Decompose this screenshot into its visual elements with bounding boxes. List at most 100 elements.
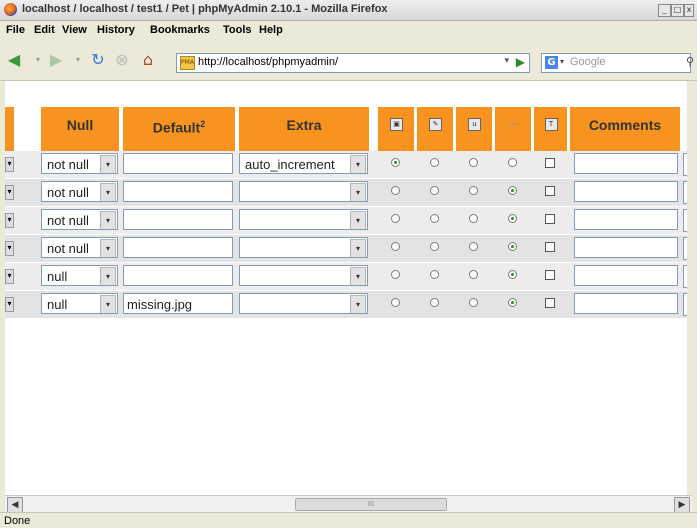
- null-select[interactable]: not null ▾: [41, 181, 118, 202]
- fulltext-checkbox[interactable]: [545, 214, 555, 224]
- none-radio[interactable]: [508, 186, 517, 195]
- next-column-input[interactable]: [683, 237, 687, 260]
- chevron-down-icon[interactable]: ▾: [350, 155, 366, 173]
- minimize-button[interactable]: _: [658, 4, 671, 17]
- unique-radio[interactable]: [469, 214, 478, 223]
- scroll-left-icon[interactable]: ◀: [7, 497, 23, 513]
- comments-input[interactable]: [574, 181, 678, 202]
- primary-radio[interactable]: [391, 270, 400, 279]
- primary-radio[interactable]: [391, 186, 400, 195]
- extra-select[interactable]: ▾: [239, 265, 368, 286]
- fulltext-checkbox[interactable]: [545, 242, 555, 252]
- chevron-down-icon[interactable]: ▾: [350, 295, 366, 313]
- null-select[interactable]: null ▾: [41, 265, 118, 286]
- chevron-down-icon[interactable]: ▾: [350, 183, 366, 201]
- home-icon[interactable]: ⌂: [138, 50, 158, 70]
- menu-file[interactable]: File: [6, 24, 25, 36]
- chevron-down-icon[interactable]: ▾: [350, 211, 366, 229]
- extra-select[interactable]: auto_increment ▾: [239, 153, 368, 174]
- menu-edit[interactable]: Edit: [34, 24, 55, 36]
- type-dropdown-edge[interactable]: ▾: [5, 297, 14, 312]
- index-radio[interactable]: [430, 186, 439, 195]
- extra-select[interactable]: ▾: [239, 209, 368, 230]
- type-dropdown-edge[interactable]: ▾: [5, 241, 14, 256]
- fulltext-checkbox[interactable]: [545, 186, 555, 196]
- extra-select[interactable]: ▾: [239, 181, 368, 202]
- scroll-right-icon[interactable]: ▶: [674, 497, 690, 513]
- none-radio[interactable]: [508, 158, 517, 167]
- next-column-input[interactable]: [683, 181, 687, 204]
- search-input[interactable]: Google: [570, 56, 605, 68]
- url-text[interactable]: http://localhost/phpmyadmin/: [198, 56, 338, 68]
- chevron-down-icon[interactable]: ▾: [100, 295, 116, 313]
- chevron-down-icon[interactable]: ▾: [350, 267, 366, 285]
- default-input[interactable]: [123, 153, 233, 174]
- menu-view[interactable]: View: [62, 24, 87, 36]
- reload-icon[interactable]: ↻: [88, 50, 108, 70]
- unique-radio[interactable]: [469, 242, 478, 251]
- google-engine-icon[interactable]: G: [545, 56, 558, 69]
- default-input[interactable]: [123, 181, 233, 202]
- chevron-down-icon[interactable]: ▾: [100, 155, 116, 173]
- url-history-dropdown-icon[interactable]: ▾: [504, 56, 509, 66]
- none-radio[interactable]: [508, 242, 517, 251]
- chevron-down-icon[interactable]: ▾: [350, 239, 366, 257]
- comments-input[interactable]: [574, 265, 678, 286]
- null-select[interactable]: not null ▾: [41, 209, 118, 230]
- menu-history[interactable]: History: [97, 24, 135, 36]
- forward-dropdown-icon[interactable]: ▾: [68, 50, 88, 70]
- extra-select[interactable]: ▾: [239, 237, 368, 258]
- chevron-down-icon[interactable]: ▾: [100, 239, 116, 257]
- none-radio[interactable]: [508, 298, 517, 307]
- unique-radio[interactable]: [469, 186, 478, 195]
- engine-dropdown-icon[interactable]: ▾: [560, 57, 564, 66]
- chevron-down-icon[interactable]: ▾: [100, 183, 116, 201]
- next-column-input[interactable]: [683, 293, 687, 316]
- primary-radio[interactable]: [391, 158, 400, 167]
- horizontal-scrollbar[interactable]: ◀ III ▶: [5, 495, 692, 513]
- index-radio[interactable]: [430, 298, 439, 307]
- none-radio[interactable]: [508, 214, 517, 223]
- unique-radio[interactable]: [469, 298, 478, 307]
- comments-input[interactable]: [574, 209, 678, 230]
- comments-input[interactable]: [574, 293, 678, 314]
- fulltext-checkbox[interactable]: [545, 298, 555, 308]
- extra-select[interactable]: ▾: [239, 293, 368, 314]
- back-dropdown-icon[interactable]: ▾: [28, 50, 48, 70]
- type-dropdown-edge[interactable]: ▾: [5, 269, 14, 284]
- type-dropdown-edge[interactable]: ▾: [5, 185, 14, 200]
- index-radio[interactable]: [430, 158, 439, 167]
- go-icon[interactable]: ▶: [516, 55, 525, 69]
- menu-tools[interactable]: Tools: [223, 24, 252, 36]
- close-button[interactable]: x: [684, 4, 694, 17]
- type-dropdown-edge[interactable]: ▾: [5, 213, 14, 228]
- search-icon[interactable]: ⚲: [686, 55, 694, 68]
- back-icon[interactable]: ◀: [4, 50, 24, 70]
- comments-input[interactable]: [574, 153, 678, 174]
- unique-radio[interactable]: [469, 270, 478, 279]
- index-radio[interactable]: [430, 270, 439, 279]
- fulltext-checkbox[interactable]: [545, 158, 555, 168]
- default-input[interactable]: [123, 265, 233, 286]
- index-radio[interactable]: [430, 214, 439, 223]
- default-input[interactable]: [123, 237, 233, 258]
- null-select[interactable]: null ▾: [41, 293, 118, 314]
- menu-help[interactable]: Help: [259, 24, 283, 36]
- fulltext-checkbox[interactable]: [545, 270, 555, 280]
- type-dropdown-edge[interactable]: ▾: [5, 157, 14, 172]
- primary-radio[interactable]: [391, 214, 400, 223]
- scroll-thumb[interactable]: III: [295, 498, 447, 511]
- default-input[interactable]: missing.jpg: [123, 293, 233, 314]
- chevron-down-icon[interactable]: ▾: [100, 211, 116, 229]
- next-column-input[interactable]: [683, 153, 687, 176]
- unique-radio[interactable]: [469, 158, 478, 167]
- null-select[interactable]: not null ▾: [41, 153, 118, 174]
- address-bar[interactable]: PMA http://localhost/phpmyadmin/ ▾ ▶: [176, 53, 530, 73]
- search-box[interactable]: G ▾ Google ⚲: [541, 53, 694, 73]
- stop-icon[interactable]: ⊗: [112, 50, 132, 70]
- next-column-input[interactable]: [683, 265, 687, 288]
- menu-bookmarks[interactable]: Bookmarks: [150, 24, 210, 36]
- null-select[interactable]: not null ▾: [41, 237, 118, 258]
- default-input[interactable]: [123, 209, 233, 230]
- maximize-button[interactable]: □: [671, 4, 684, 17]
